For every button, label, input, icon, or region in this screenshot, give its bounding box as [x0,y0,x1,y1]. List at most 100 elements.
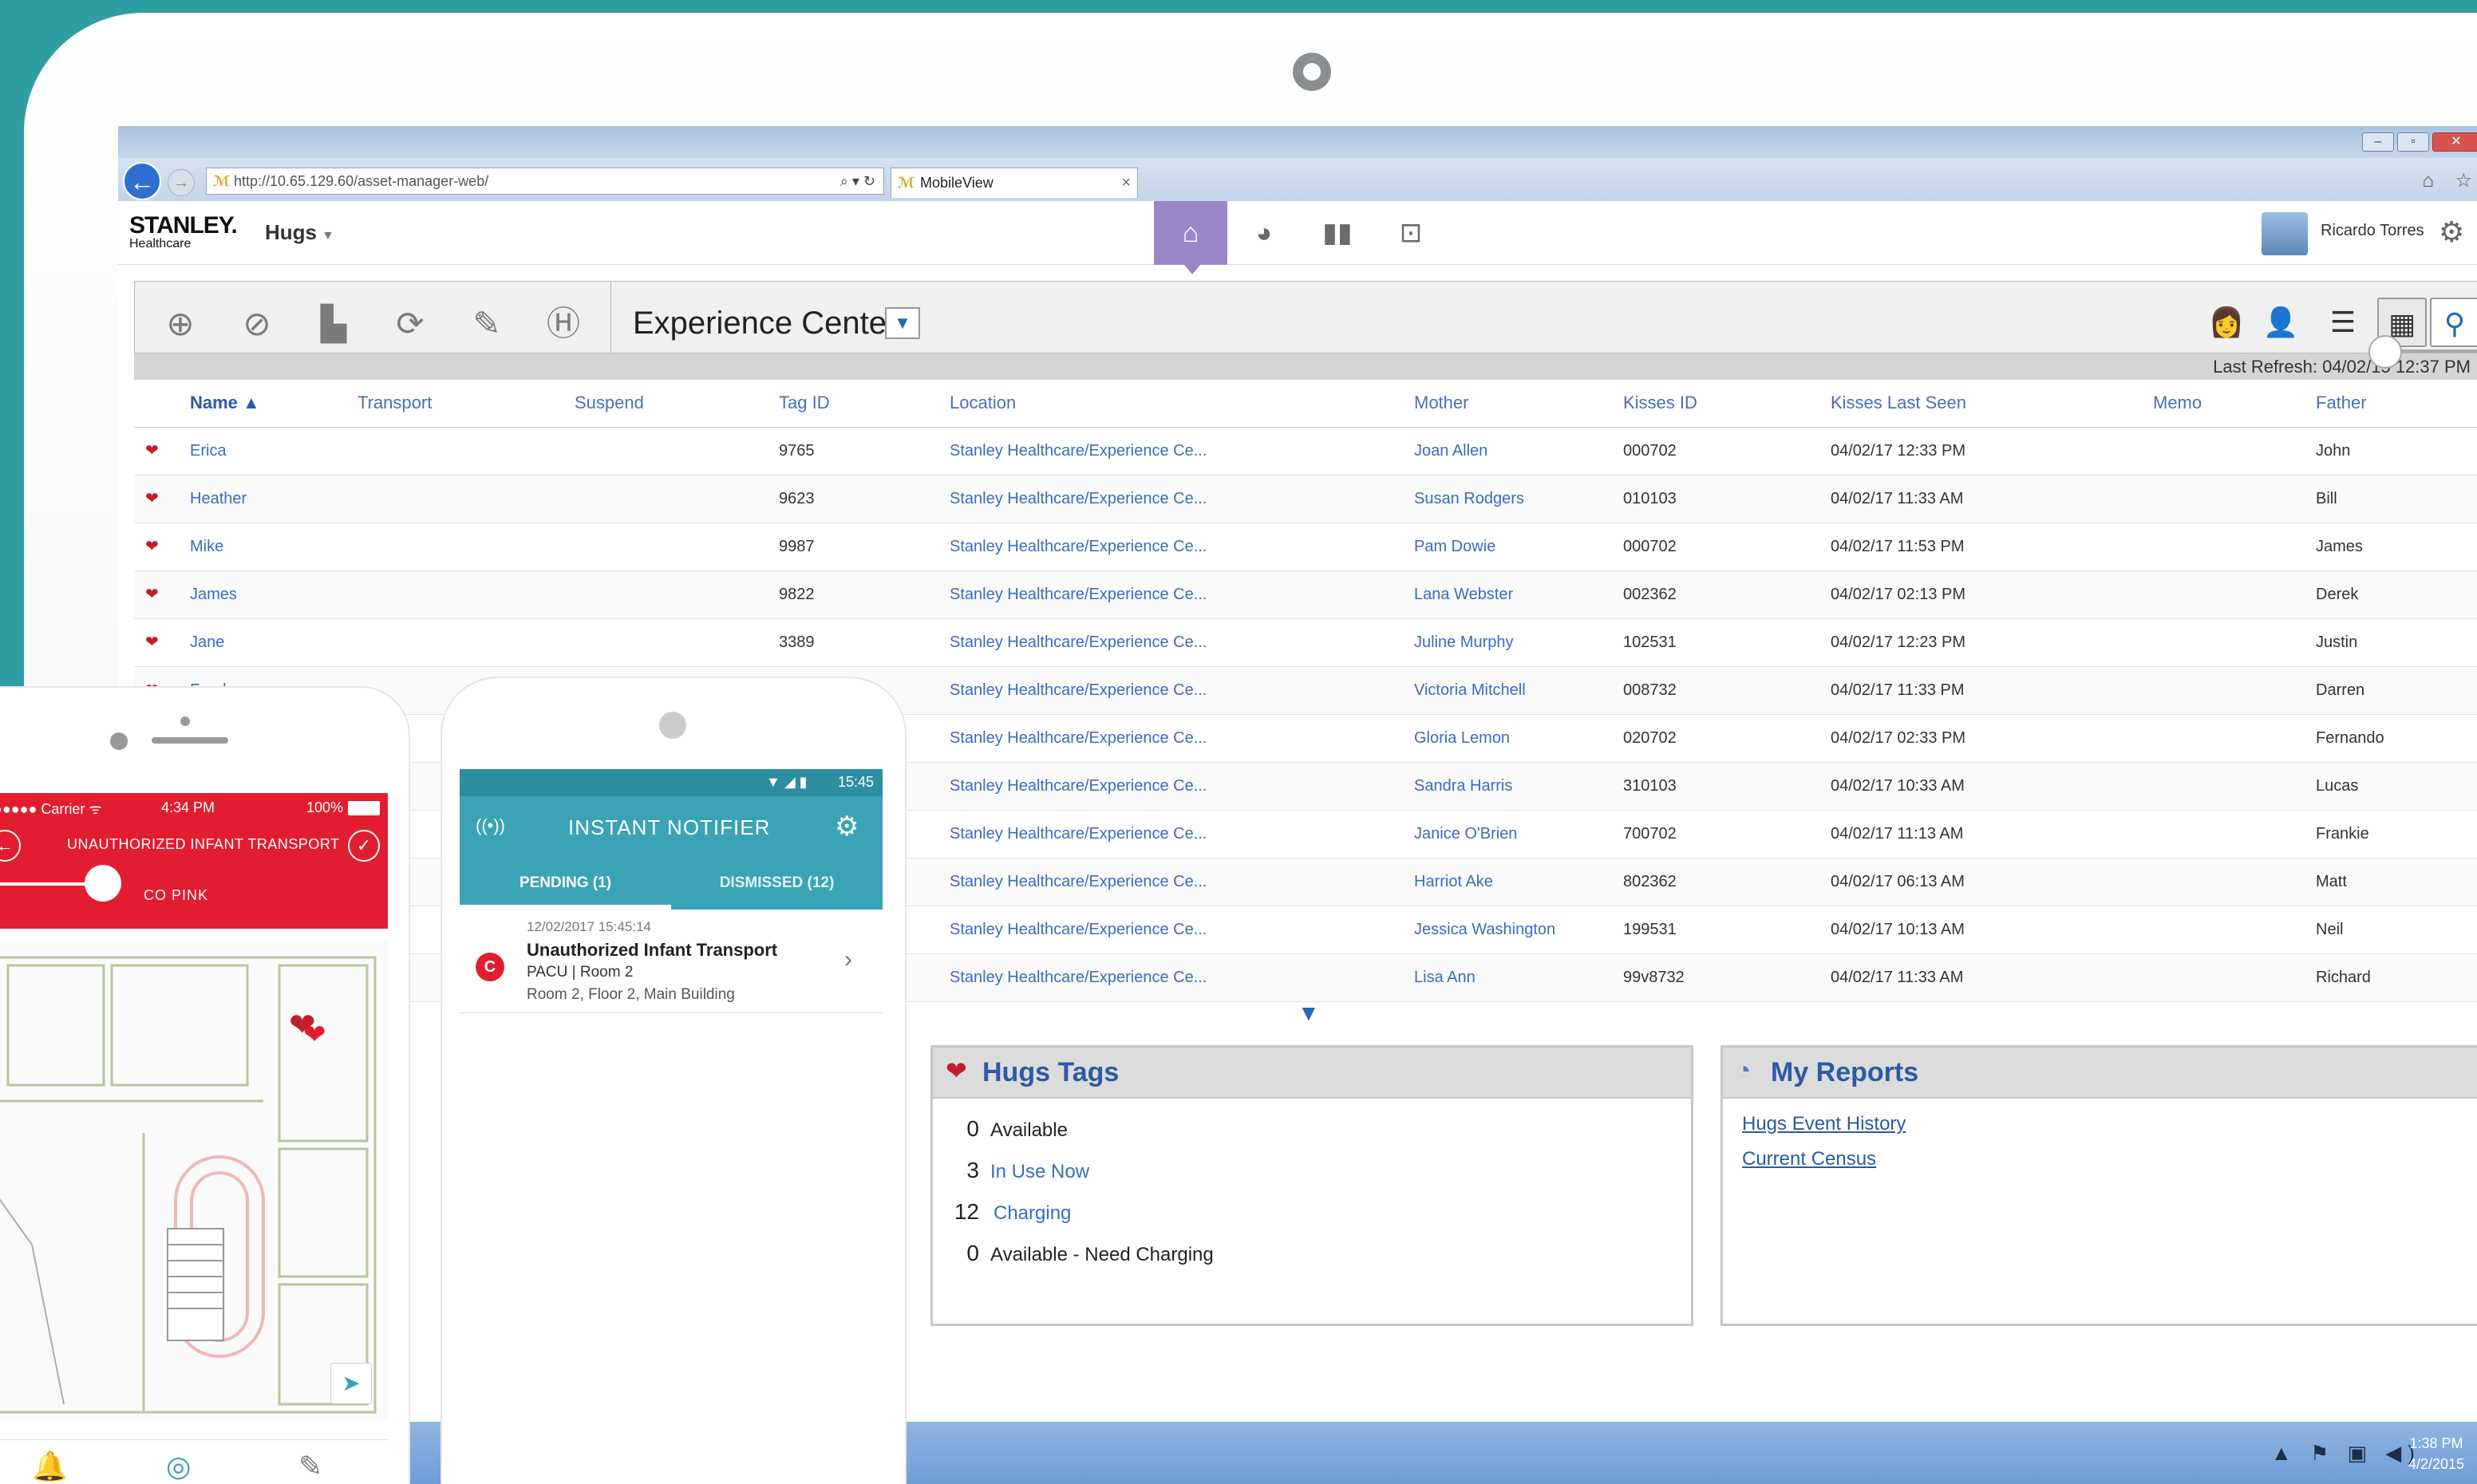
transfer-icon[interactable]: ⟳ [384,298,437,350]
target-icon[interactable]: ◎ [166,1450,191,1483]
cell-name[interactable]: Erica [190,442,227,460]
col-location[interactable]: Location [950,393,1016,413]
module-selector[interactable]: Hugs ▼ [265,220,334,245]
cell-name[interactable]: Mike [190,538,223,556]
module-label: Hugs [265,220,317,244]
slider-knob[interactable] [2368,335,2402,369]
cell-location[interactable]: Stanley Healthcare/Experience Ce... [950,969,1207,987]
chevron-down-icon[interactable]: ▼ [885,307,920,339]
cell-mother[interactable]: Lana Webster [1414,586,1513,604]
cell-name[interactable]: Jane [190,633,224,652]
nav-tag-icon[interactable]: ◕ [1227,201,1301,265]
col-memo[interactable]: Memo [2153,393,2202,413]
locate-arrow-icon[interactable]: ➤ [330,1363,372,1404]
address-bar[interactable]: ℳ http://10.65.129.60/asset-manager-web/… [206,168,884,195]
tab-pending[interactable]: PENDING (1) [460,858,671,910]
cell-mother[interactable]: Harriot Ake [1414,873,1493,891]
hugs-tag-icon[interactable]: Ⓗ [537,298,590,350]
stat-in-use[interactable]: 3 In Use Now [949,1158,1089,1183]
chevron-right-icon[interactable]: › [844,946,852,973]
gear-icon[interactable]: ⚙ [2439,215,2464,249]
floor-plan-map[interactable]: ❤ ❤ ➤ [0,941,388,1420]
staff-icon[interactable]: 👤 [2256,298,2305,347]
toggle-slider[interactable] [2368,335,2477,369]
report-link-hugs-event-history[interactable]: Hugs Event History [1742,1113,1906,1135]
avatar[interactable] [2262,212,2308,255]
table-row[interactable]: ❤ Mike 9987 Stanley Healthcare/Experience C… [134,523,2477,571]
suspend-icon[interactable]: ⊘ [231,298,283,350]
check-icon[interactable]: ✓ [348,830,380,862]
clock[interactable]: 1:38 PM 4/2/2015 [2408,1433,2464,1474]
cell-mother[interactable]: Sandra Harris [1414,777,1512,795]
col-mother[interactable]: Mother [1414,393,1468,413]
cell-mother[interactable]: Jessica Washington [1414,921,1555,939]
notification-item[interactable]: C 12/02/2017 15:45:14 Unauthorized Infan… [460,910,883,1013]
table-row[interactable]: ❤ Erica 9765 Stanley Healthcare/Experience … [134,428,2477,476]
browser-tab[interactable]: ℳ MobileView × [891,168,1138,198]
cell-mother[interactable]: Janice O'Brien [1414,825,1517,843]
confirm-slider-knob[interactable] [85,865,121,902]
cell-location[interactable]: Stanley Healthcare/Experience Ce... [950,586,1207,604]
col-suspend[interactable]: Suspend [575,393,644,413]
cell-location[interactable]: Stanley Healthcare/Experience Ce... [950,681,1207,700]
cell-mother[interactable]: Joan Allen [1414,442,1487,460]
user-name[interactable]: Ricardo Torres [2321,222,2424,240]
cell-mother[interactable]: Juline Murphy [1414,633,1514,652]
cell-location[interactable]: Stanley Healthcare/Experience Ce... [950,490,1207,508]
cell-mother[interactable]: Susan Rodgers [1414,490,1524,508]
gear-icon[interactable]: ⚙ [835,811,859,843]
cell-mother[interactable]: Victoria Mitchell [1414,681,1526,700]
cell-mother[interactable]: Pam Dowie [1414,538,1495,556]
maximize-button[interactable]: ▫ [2397,132,2429,152]
col-kisses-last-seen[interactable]: Kisses Last Seen [1831,393,1966,413]
table-row[interactable]: ❤ Heather 9623 Stanley Healthcare/Experienc… [134,476,2477,523]
stat-charging[interactable]: 12 Charging [949,1199,1072,1225]
forward-button[interactable]: → [168,169,195,196]
cell-location[interactable]: Stanley Healthcare/Experience Ce... [950,538,1207,556]
cell-location[interactable]: Stanley Healthcare/Experience Ce... [950,633,1207,652]
mother-infant-icon[interactable]: 👩 [2202,298,2251,347]
cell-location[interactable]: Stanley Healthcare/Experience Ce... [950,825,1207,843]
cell-location[interactable]: Stanley Healthcare/Experience Ce... [950,442,1207,460]
nav-locate-icon[interactable]: ⊡ [1374,201,1448,265]
edit-icon[interactable]: ✎ [460,298,513,350]
bell-icon[interactable]: 🔔 [32,1450,68,1483]
stat-label[interactable]: In Use Now [990,1161,1089,1182]
col-tag-id[interactable]: Tag ID [779,393,830,413]
stat-count: 12 [954,1199,979,1224]
minimize-button[interactable]: – [2362,132,2394,152]
cell-name[interactable]: James [190,586,237,604]
stat-label[interactable]: Charging [994,1202,1071,1224]
cell-location[interactable]: Stanley Healthcare/Experience Ce... [950,873,1207,891]
table-row[interactable]: ❤ Jane 3389 Stanley Healthcare/Experience C… [134,619,2477,667]
tab-close-icon[interactable]: × [1121,168,1131,197]
nav-bar-chart-icon[interactable]: ▮▮ [1301,201,1374,265]
stanley-logo: STANLEY. Healthcare [129,214,238,251]
col-name[interactable]: Name ▲ [190,393,260,413]
add-tag-icon[interactable]: ⊕ [154,298,207,350]
compose-icon[interactable]: ✎ [298,1450,322,1483]
col-father[interactable]: Father [2316,393,2367,413]
expand-chevron-icon[interactable]: ▼ [1298,1001,1320,1026]
close-window-button[interactable]: ✕ [2432,132,2477,152]
tab-dismissed[interactable]: DISMISSED (12) [671,858,883,910]
col-transport[interactable]: Transport [358,393,432,413]
system-tray-icon[interactable]: ▲ ⚑ ▣ ◀) [2271,1441,2421,1466]
cell-mother[interactable]: Lisa Ann [1414,969,1476,987]
home-favorites-icon[interactable]: ⌂ ☆ [2422,169,2477,192]
cell-location[interactable]: Stanley Healthcare/Experience Ce... [950,729,1207,748]
col-kisses-id[interactable]: Kisses ID [1623,393,1697,413]
report-link-current-census[interactable]: Current Census [1742,1148,1876,1170]
table-row[interactable]: ❤ James 9822 Stanley Healthcare/Experience … [134,571,2477,619]
back-button[interactable]: ← [123,162,161,200]
cell-name[interactable]: Heather [190,490,247,508]
floor-plan-drawing: ❤ ❤ [0,956,377,1414]
cell-location[interactable]: Stanley Healthcare/Experience Ce... [950,921,1207,939]
cell-mother[interactable]: Gloria Lemon [1414,729,1510,748]
cell-location[interactable]: Stanley Healthcare/Experience Ce... [950,777,1207,795]
list-icon[interactable]: ☰ [2318,298,2368,347]
nav-home-icon[interactable]: ⌂ [1154,201,1227,274]
back-arrow-icon[interactable]: ← [0,830,21,862]
search-refresh-icon[interactable]: ⌕ ▾ ↻ [840,168,875,194]
bed-icon[interactable]: ▙ [307,298,360,350]
